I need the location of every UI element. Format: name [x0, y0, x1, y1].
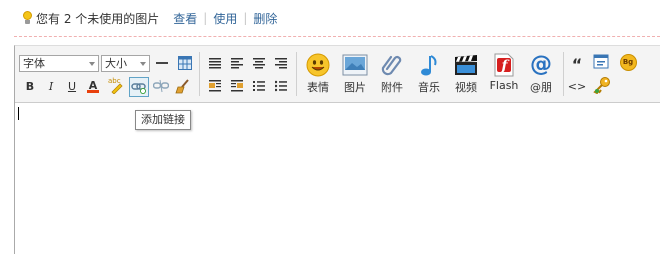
unordered-list-button[interactable] — [272, 77, 290, 95]
align-right-icon — [275, 57, 287, 68]
bg-badge-icon: Bg — [619, 53, 637, 71]
page-window-icon — [593, 54, 609, 69]
toolbar-divider — [296, 52, 297, 96]
link-icon — [131, 83, 146, 94]
align-right-button[interactable] — [272, 54, 290, 72]
view-link[interactable]: 查看 — [173, 10, 197, 27]
text-caret — [18, 107, 19, 120]
bold-button[interactable]: B — [21, 77, 39, 95]
chevron-down-icon — [89, 62, 95, 66]
at-sign-icon: @ — [530, 52, 552, 77]
code-button[interactable]: <> — [568, 77, 586, 95]
horizontal-rule-button[interactable] — [153, 54, 171, 72]
chevron-down-icon — [140, 62, 146, 66]
clear-format-button[interactable] — [174, 77, 192, 95]
background-button[interactable]: Bg — [619, 53, 637, 71]
clapperboard-icon — [453, 52, 479, 78]
align-left-icon — [231, 57, 243, 68]
unordered-list-icon — [275, 80, 287, 92]
flash-icon: f — [491, 52, 517, 78]
float-left-button[interactable] — [206, 77, 224, 95]
key-icon — [593, 77, 610, 94]
add-link-button[interactable] — [129, 77, 149, 97]
editor-content-area[interactable] — [15, 103, 660, 254]
emoticon-label: 表情 — [307, 81, 329, 94]
font-select-label: 字体 — [23, 57, 45, 70]
paperclip-icon — [379, 52, 405, 78]
underline-button[interactable]: U — [63, 77, 81, 95]
quote-button[interactable]: “ — [568, 54, 586, 74]
highlighter-pen-icon — [111, 83, 123, 94]
size-select-label: 大小 — [105, 57, 127, 70]
attachment-label: 附件 — [381, 81, 403, 94]
password-button[interactable] — [593, 76, 611, 94]
mention-label: @朋 — [530, 81, 552, 94]
ordered-list-button[interactable] — [250, 77, 268, 95]
italic-button[interactable]: I — [42, 77, 60, 95]
flash-letter: f — [501, 57, 508, 74]
unlink-icon — [153, 79, 169, 93]
rich-text-editor: 字体 大小 B I U A abc 表情 图片 附件 音乐 视频 f Flash… — [14, 45, 660, 254]
music-button[interactable]: 音乐 — [413, 52, 445, 100]
table-button[interactable] — [176, 54, 194, 72]
insert-image-button[interactable]: 图片 — [339, 52, 371, 100]
font-color-button[interactable]: A — [84, 77, 102, 95]
mention-button[interactable]: @ @朋 — [524, 52, 558, 100]
video-label: 视频 — [455, 81, 477, 94]
smiley-face-icon — [305, 52, 331, 78]
table-icon — [178, 56, 192, 70]
link-separator: | — [243, 11, 248, 25]
bg-badge-text: Bg — [622, 58, 634, 66]
float-right-icon — [231, 80, 243, 92]
remove-link-button[interactable] — [152, 77, 170, 95]
emoticon-button[interactable]: 表情 — [302, 52, 334, 100]
align-center-icon — [253, 57, 265, 68]
delete-link[interactable]: 删除 — [253, 10, 277, 27]
toolbar-divider — [563, 52, 564, 96]
use-link[interactable]: 使用 — [213, 10, 237, 27]
lightbulb-icon — [22, 11, 32, 25]
float-left-icon — [209, 80, 221, 92]
video-button[interactable]: 视频 — [450, 52, 482, 100]
horizontal-rule-icon — [156, 62, 168, 64]
ordered-list-icon — [253, 81, 265, 91]
music-note-icon — [416, 52, 442, 78]
editor-toolbar: 字体 大小 B I U A abc 表情 图片 附件 音乐 视频 f Flash… — [15, 46, 660, 103]
flash-label: Flash — [489, 79, 519, 92]
insert-page-button[interactable] — [592, 53, 610, 71]
add-link-tooltip: 添加链接 — [135, 110, 191, 130]
unused-images-notice: 您有 2 个未使用的图片 查看 | 使用 | 删除 — [22, 9, 277, 27]
flash-button[interactable]: f Flash — [486, 52, 522, 100]
float-right-button[interactable] — [228, 77, 246, 95]
align-left-button[interactable] — [228, 54, 246, 72]
image-icon — [342, 52, 368, 78]
color-swatch-icon — [87, 90, 99, 93]
highlight-button[interactable]: abc — [107, 77, 125, 95]
font-size-select[interactable]: 大小 — [101, 55, 150, 72]
music-label: 音乐 — [418, 81, 440, 94]
quote-icon: “ — [571, 55, 583, 74]
broom-icon — [175, 79, 189, 94]
toolbar-divider — [199, 52, 200, 96]
dashed-divider — [14, 36, 660, 37]
align-center-button[interactable] — [250, 54, 268, 72]
link-separator: | — [203, 11, 208, 25]
image-label: 图片 — [344, 81, 366, 94]
align-justify-button[interactable] — [206, 54, 224, 72]
notice-text: 您有 2 个未使用的图片 — [36, 11, 160, 26]
attachment-button[interactable]: 附件 — [376, 52, 408, 100]
align-justify-icon — [209, 57, 221, 68]
code-icon: <> — [567, 79, 587, 93]
font-family-select[interactable]: 字体 — [19, 55, 99, 72]
